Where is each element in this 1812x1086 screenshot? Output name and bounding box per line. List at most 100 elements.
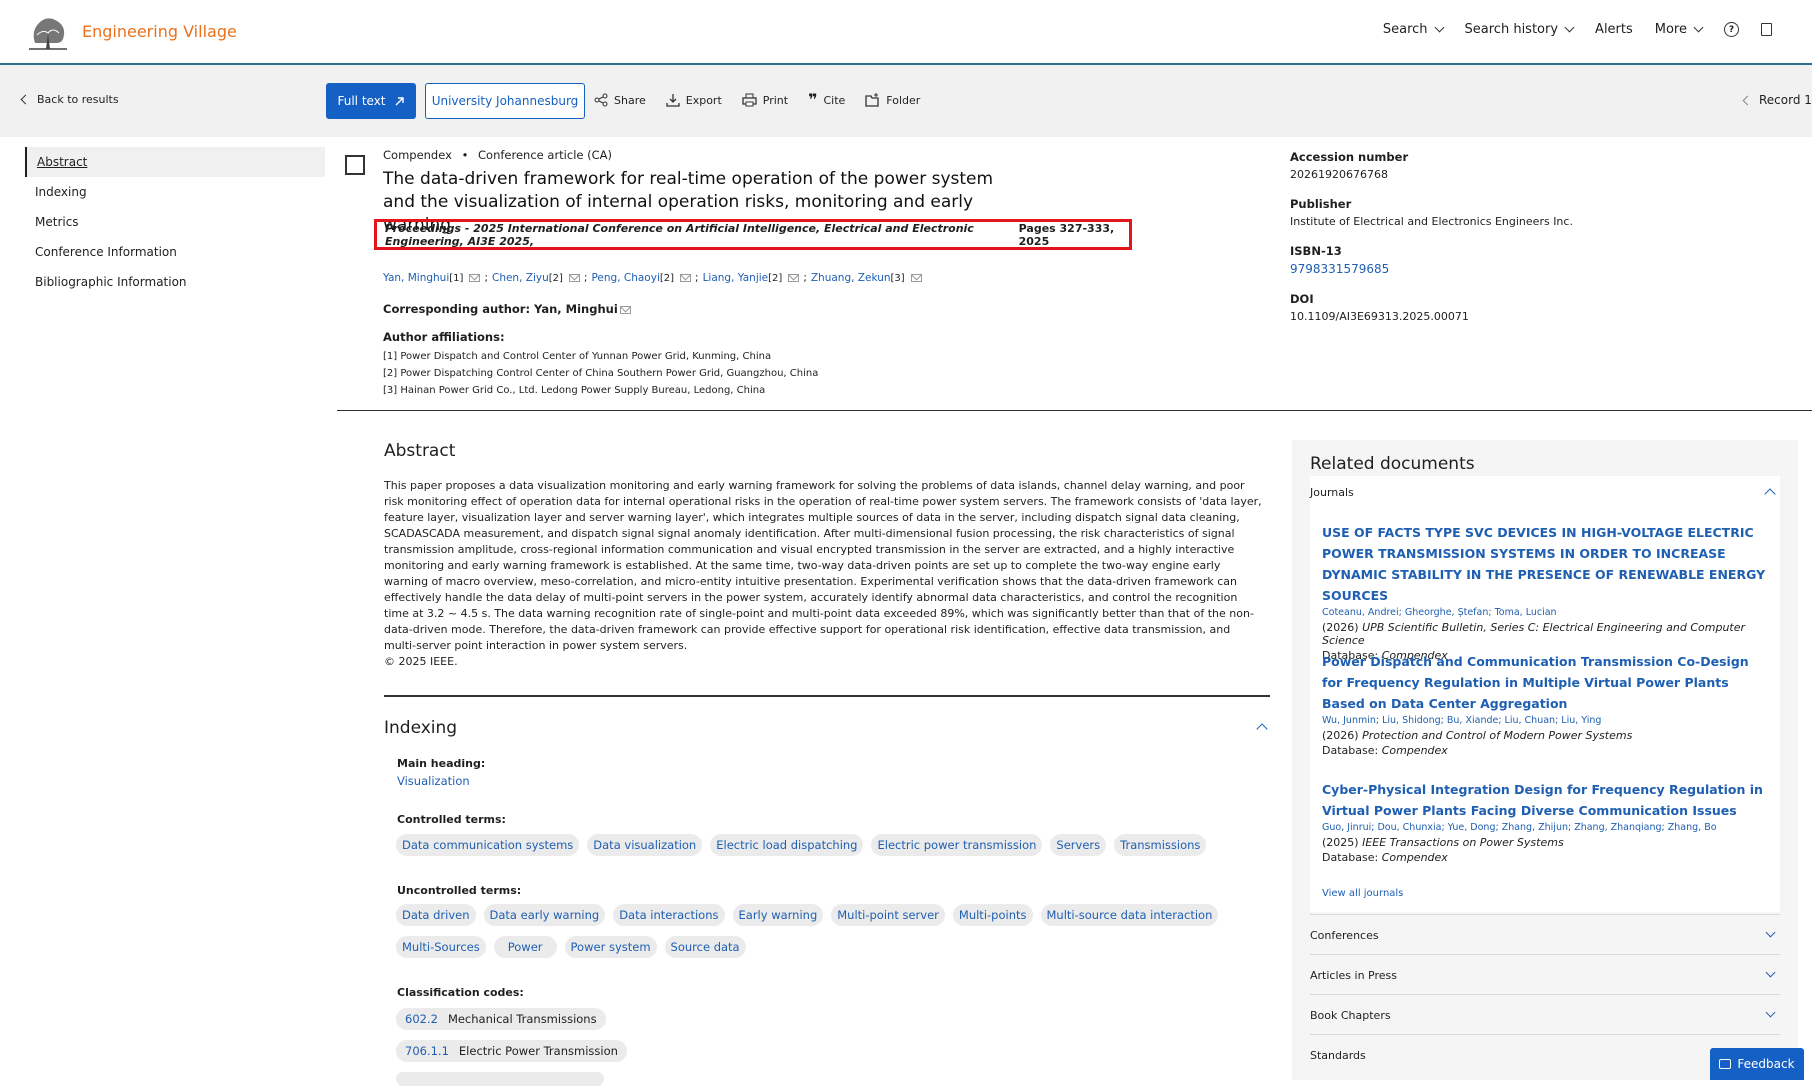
elsevier-tree-logo[interactable]	[27, 13, 69, 51]
chevron-up-icon[interactable]	[1256, 723, 1268, 735]
accordion-articles-in-press[interactable]: Articles in Press	[1310, 954, 1780, 995]
print-button[interactable]: Print	[742, 93, 788, 107]
section-nav-conference-information[interactable]: Conference Information	[25, 237, 325, 267]
section-nav-abstract[interactable]: Abstract	[25, 147, 325, 177]
email-icon[interactable]	[680, 274, 692, 282]
isbn-link[interactable]: 9798331579685	[1290, 262, 1650, 276]
email-icon[interactable]	[568, 274, 580, 282]
term-chip[interactable]: Servers	[1050, 834, 1107, 856]
author-link[interactable]: Chen, Ziyu	[492, 272, 549, 284]
classification-chip[interactable]: 602.2 Mechanical Transmissions	[396, 1008, 606, 1030]
doi-value: 10.1109/AI3E69313.2025.00071	[1290, 310, 1469, 323]
nav-alerts-label: Alerts	[1595, 22, 1633, 37]
download-icon	[666, 94, 680, 107]
related-doc-title[interactable]: Cyber-Physical Integration Design for Fr…	[1322, 779, 1772, 821]
uncontrolled-terms-label: Uncontrolled terms:	[397, 884, 522, 897]
quote-icon: ❞	[808, 90, 818, 109]
related-doc-database: Database: Compendex	[1322, 744, 1772, 757]
nav-alerts[interactable]: Alerts	[1595, 22, 1633, 37]
export-button[interactable]: Export	[666, 93, 722, 107]
main-heading-link[interactable]: Visualization	[397, 774, 470, 788]
top-nav: Search Search history Alerts More ?	[1383, 22, 1772, 37]
email-icon[interactable]	[469, 274, 481, 282]
section-nav-metrics[interactable]: Metrics	[25, 207, 325, 237]
source-title[interactable]: Proceedings - 2025 International Confere…	[385, 222, 1015, 248]
term-chip[interactable]: Electric load dispatching	[710, 834, 864, 856]
author-link[interactable]: Peng, Chaoyi	[591, 272, 659, 284]
source-pages: Pages 327-333, 2025	[1018, 221, 1115, 248]
feedback-button[interactable]: Feedback	[1710, 1048, 1804, 1080]
help-icon[interactable]: ?	[1724, 22, 1739, 37]
record-label: Record 1	[1759, 93, 1812, 107]
term-chip[interactable]: Multi-point server	[831, 904, 945, 926]
term-chip[interactable]: Electric power transmission	[871, 834, 1043, 856]
classification-code[interactable]: 602.2	[405, 1012, 438, 1026]
term-chip[interactable]: Data driven	[396, 904, 476, 926]
author-link[interactable]: Zhuang, Zekun	[811, 272, 891, 284]
accordion-book-chapters[interactable]: Book Chapters	[1310, 994, 1780, 1035]
institution-icon[interactable]	[1761, 23, 1772, 36]
nav-more[interactable]: More	[1655, 22, 1704, 37]
share-button[interactable]: Share	[594, 93, 646, 107]
cite-button[interactable]: ❞ Cite	[808, 90, 845, 109]
chevron-down-icon	[1765, 967, 1776, 978]
email-icon[interactable]	[910, 274, 922, 282]
classification-code[interactable]: 706.1.1	[405, 1044, 449, 1058]
view-all-journals-link[interactable]: View all journals	[1322, 888, 1403, 899]
controlled-terms-label: Controlled terms:	[397, 813, 506, 826]
full-text-label: Full text	[337, 94, 386, 108]
term-chip[interactable]: Multi-source data interaction	[1040, 904, 1219, 926]
related-doc-authors[interactable]: Guo, Jinrui; Dou, Chunxia; Yue, Dong; Zh…	[1322, 822, 1772, 833]
export-label: Export	[685, 93, 722, 107]
section-nav-bibliographic-information[interactable]: Bibliographic Information	[25, 267, 325, 297]
term-chip[interactable]: Multi-Sources	[396, 936, 486, 958]
term-chip[interactable]: Transmissions	[1114, 834, 1207, 856]
term-chip[interactable]: Source data	[664, 936, 746, 958]
term-chip[interactable]: Data communication systems	[396, 834, 580, 856]
email-icon[interactable]	[788, 274, 800, 282]
term-chip[interactable]: Data early warning	[483, 904, 606, 926]
accordion-conferences[interactable]: Conferences	[1310, 914, 1780, 955]
classification-chip[interactable]: 706.1.1 Electric Power Transmission	[396, 1040, 627, 1062]
top-header: Engineering Village Search Search histor…	[0, 0, 1812, 65]
related-doc: Power Dispatch and Communication Transmi…	[1322, 651, 1772, 757]
chevron-down-icon	[1564, 22, 1575, 33]
related-documents-panel: Related documents Journals USE OF FACTS …	[1292, 440, 1798, 1080]
full-text-button[interactable]: Full text	[326, 83, 416, 119]
affiliation-item: [2] Power Dispatching Control Center of …	[383, 368, 819, 379]
email-icon[interactable]	[619, 305, 631, 314]
folder-button[interactable]: Folder	[865, 93, 920, 107]
author-link[interactable]: Yan, Minghui	[383, 272, 449, 284]
corresponding-author-text: Corresponding author: Yan, Minghui	[383, 302, 618, 316]
brand-name[interactable]: Engineering Village	[82, 22, 237, 41]
abstract-heading: Abstract	[384, 441, 456, 461]
affiliations-heading: Author affiliations:	[383, 330, 505, 344]
select-record-checkbox[interactable]	[345, 155, 365, 175]
nav-search[interactable]: Search	[1382, 22, 1444, 37]
record-meta: Compendex • Conference article (CA)	[383, 148, 612, 162]
author-link[interactable]: Liang, Yanjie	[703, 272, 769, 284]
term-chip[interactable]: Data visualization	[587, 834, 703, 856]
section-nav-indexing[interactable]: Indexing	[25, 177, 325, 207]
publisher-name: Institute of Electrical and Electronics …	[1290, 215, 1573, 228]
term-chip[interactable]: Power system	[564, 936, 657, 958]
related-doc-authors[interactable]: Wu, Junmin; Liu, Shidong; Bu, Xiande; Li…	[1322, 715, 1772, 726]
year: (2026)	[1322, 729, 1359, 742]
journals-header[interactable]: Journals	[1310, 486, 1780, 500]
institution-button[interactable]: University Johannesburg	[425, 83, 585, 119]
related-doc-title[interactable]: USE OF FACTS TYPE SVC DEVICES IN HIGH-VO…	[1322, 522, 1772, 606]
folder-label: Folder	[886, 93, 921, 107]
related-doc-title[interactable]: Power Dispatch and Communication Transmi…	[1322, 651, 1772, 714]
nav-search-history[interactable]: Search history	[1465, 22, 1575, 37]
journal-name: UPB Scientific Bulletin, Series C: Elect…	[1322, 621, 1746, 647]
term-chip[interactable]: Multi-points	[952, 904, 1033, 926]
related-doc-authors[interactable]: Coteanu, Andrei; Gheorghe, Ștefan; Toma,…	[1322, 607, 1772, 618]
term-chip[interactable]: Early warning	[732, 904, 824, 926]
term-chip[interactable]: Data interactions	[613, 904, 725, 926]
back-to-results-link[interactable]: Back to results	[20, 93, 119, 106]
feedback-label: Feedback	[1737, 1057, 1795, 1071]
record-pager[interactable]: Record 1	[1742, 93, 1812, 107]
term-chip[interactable]: Power	[493, 936, 557, 958]
nav-search-label: Search	[1382, 22, 1428, 37]
share-label: Share	[614, 93, 646, 107]
